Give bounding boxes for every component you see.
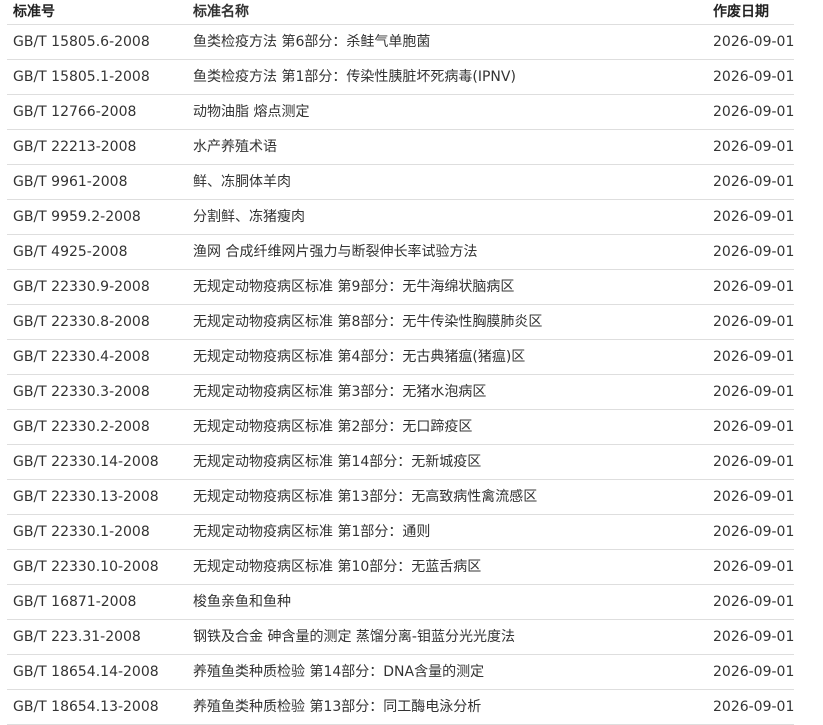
- standard-code: GB/T 4925-2008: [13, 244, 128, 260]
- header-abolish-date: 作废日期: [713, 4, 769, 20]
- abolish-date: 2026-09-01: [713, 489, 794, 505]
- abolish-date: 2026-09-01: [713, 104, 794, 120]
- standard-name-link[interactable]: 梭鱼亲鱼和鱼种: [193, 585, 705, 619]
- standard-code: GB/T 22330.8-2008: [13, 314, 150, 330]
- abolish-date: 2026-09-01: [713, 69, 794, 85]
- standard-code: GB/T 16871-2008: [13, 594, 137, 610]
- table-row[interactable]: GB/T 18654.13-2008 养殖鱼类种质检验 第13部分：同工酶电泳分析…: [7, 690, 794, 725]
- table-row[interactable]: GB/T 15805.6-2008 鱼类检疫方法 第6部分：杀鲑气单胞菌 2026-…: [7, 25, 794, 60]
- standard-name-link[interactable]: 无规定动物疫病区标准 第2部分：无口蹄疫区: [193, 410, 705, 444]
- table-body: GB/T 15805.6-2008 鱼类检疫方法 第6部分：杀鲑气单胞菌 2026-…: [7, 25, 794, 725]
- abolish-date: 2026-09-01: [713, 34, 794, 50]
- standard-name-link[interactable]: 无规定动物疫病区标准 第9部分：无牛海绵状脑病区: [193, 270, 705, 304]
- table-row[interactable]: GB/T 15805.1-2008 鱼类检疫方法 第1部分：传染性胰脏坏死病毒(I…: [7, 60, 794, 95]
- table-row[interactable]: GB/T 9959.2-2008 分割鲜、冻猪瘦肉 2026-09-01: [7, 200, 794, 235]
- standard-name-link[interactable]: 养殖鱼类种质检验 第13部分：同工酶电泳分析: [193, 690, 705, 724]
- standard-name-link[interactable]: 水产养殖术语: [193, 130, 705, 164]
- abolish-date: 2026-09-01: [713, 139, 794, 155]
- standard-name-link[interactable]: 无规定动物疫病区标准 第13部分：无高致病性禽流感区: [193, 480, 705, 514]
- standard-code: GB/T 9961-2008: [13, 174, 128, 190]
- standard-code: GB/T 12766-2008: [13, 104, 137, 120]
- standard-code: GB/T 9959.2-2008: [13, 209, 141, 225]
- standard-code: GB/T 22213-2008: [13, 139, 137, 155]
- table-row[interactable]: GB/T 223.31-2008 钢铁及合金 砷含量的测定 蒸馏分离-钼蓝分光光度…: [7, 620, 794, 655]
- standard-name-link[interactable]: 养殖鱼类种质检验 第14部分：DNA含量的测定: [193, 655, 705, 689]
- table-header: 标准号 标准名称 作废日期: [7, 0, 794, 25]
- abolish-date: 2026-09-01: [713, 174, 794, 190]
- standard-code: GB/T 22330.10-2008: [13, 559, 159, 575]
- abolish-date: 2026-09-01: [713, 384, 794, 400]
- abolish-date: 2026-09-01: [713, 349, 794, 365]
- table-row[interactable]: GB/T 12766-2008 动物油脂 熔点测定 2026-09-01: [7, 95, 794, 130]
- standard-name-link[interactable]: 分割鲜、冻猪瘦肉: [193, 200, 705, 234]
- standard-code: GB/T 15805.6-2008: [13, 34, 150, 50]
- table-row[interactable]: GB/T 22330.2-2008 无规定动物疫病区标准 第2部分：无口蹄疫区 20…: [7, 410, 794, 445]
- abolish-date: 2026-09-01: [713, 209, 794, 225]
- standard-code: GB/T 18654.14-2008: [13, 664, 159, 680]
- abolish-date: 2026-09-01: [713, 664, 794, 680]
- table-row[interactable]: GB/T 18654.14-2008 养殖鱼类种质检验 第14部分：DNA含量的测…: [7, 655, 794, 690]
- abolish-date: 2026-09-01: [713, 524, 794, 540]
- abolish-date: 2026-09-01: [713, 279, 794, 295]
- standard-name-link[interactable]: 动物油脂 熔点测定: [193, 95, 705, 129]
- abolish-date: 2026-09-01: [713, 244, 794, 260]
- abolish-date: 2026-09-01: [713, 559, 794, 575]
- standard-code: GB/T 22330.3-2008: [13, 384, 150, 400]
- standard-name-link[interactable]: 渔网 合成纤维网片强力与断裂伸长率试验方法: [193, 235, 705, 269]
- standard-name-link[interactable]: 鱼类检疫方法 第1部分：传染性胰脏坏死病毒(IPNV): [193, 60, 705, 94]
- standard-name-link[interactable]: 无规定动物疫病区标准 第4部分：无古典猪瘟(猪瘟)区: [193, 340, 705, 374]
- standard-name-link[interactable]: 无规定动物疫病区标准 第14部分：无新城疫区: [193, 445, 705, 479]
- standard-name-link[interactable]: 无规定动物疫病区标准 第3部分：无猪水泡病区: [193, 375, 705, 409]
- table-row[interactable]: GB/T 22330.3-2008 无规定动物疫病区标准 第3部分：无猪水泡病区 2…: [7, 375, 794, 410]
- standards-table: 标准号 标准名称 作废日期 GB/T 15805.6-2008 鱼类检疫方法 第6…: [7, 0, 794, 725]
- table-row[interactable]: GB/T 22330.1-2008 无规定动物疫病区标准 第1部分：通则 2026-…: [7, 515, 794, 550]
- table-row[interactable]: GB/T 22330.14-2008 无规定动物疫病区标准 第14部分：无新城疫区…: [7, 445, 794, 480]
- abolish-date: 2026-09-01: [713, 594, 794, 610]
- standard-name-link[interactable]: 鱼类检疫方法 第6部分：杀鲑气单胞菌: [193, 25, 705, 59]
- standard-code: GB/T 15805.1-2008: [13, 69, 150, 85]
- standard-code: GB/T 22330.9-2008: [13, 279, 150, 295]
- standard-name-link[interactable]: 无规定动物疫病区标准 第10部分：无蓝舌病区: [193, 550, 705, 584]
- abolish-date: 2026-09-01: [713, 629, 794, 645]
- abolish-date: 2026-09-01: [713, 454, 794, 470]
- standard-name-link[interactable]: 无规定动物疫病区标准 第8部分：无牛传染性胸膜肺炎区: [193, 305, 705, 339]
- header-standard-code: 标准号: [13, 4, 55, 20]
- standard-name-link[interactable]: 鲜、冻胴体羊肉: [193, 165, 705, 199]
- abolish-date: 2026-09-01: [713, 699, 794, 715]
- table-row[interactable]: GB/T 22330.10-2008 无规定动物疫病区标准 第10部分：无蓝舌病区…: [7, 550, 794, 585]
- header-standard-name: 标准名称: [193, 4, 249, 20]
- standard-name-link[interactable]: 钢铁及合金 砷含量的测定 蒸馏分离-钼蓝分光光度法: [193, 620, 705, 654]
- standard-code: GB/T 223.31-2008: [13, 629, 141, 645]
- standard-code: GB/T 22330.4-2008: [13, 349, 150, 365]
- abolish-date: 2026-09-01: [713, 419, 794, 435]
- standard-code: GB/T 22330.2-2008: [13, 419, 150, 435]
- table-row[interactable]: GB/T 16871-2008 梭鱼亲鱼和鱼种 2026-09-01: [7, 585, 794, 620]
- standard-name-link[interactable]: 无规定动物疫病区标准 第1部分：通则: [193, 515, 705, 549]
- table-row[interactable]: GB/T 22330.8-2008 无规定动物疫病区标准 第8部分：无牛传染性胸膜…: [7, 305, 794, 340]
- standard-code: GB/T 22330.14-2008: [13, 454, 159, 470]
- standard-code: GB/T 22330.1-2008: [13, 524, 150, 540]
- table-row[interactable]: GB/T 22330.13-2008 无规定动物疫病区标准 第13部分：无高致病性…: [7, 480, 794, 515]
- table-row[interactable]: GB/T 9961-2008 鲜、冻胴体羊肉 2026-09-01: [7, 165, 794, 200]
- standard-code: GB/T 22330.13-2008: [13, 489, 159, 505]
- table-row[interactable]: GB/T 22330.9-2008 无规定动物疫病区标准 第9部分：无牛海绵状脑病…: [7, 270, 794, 305]
- standard-code: GB/T 18654.13-2008: [13, 699, 159, 715]
- table-row[interactable]: GB/T 22213-2008 水产养殖术语 2026-09-01: [7, 130, 794, 165]
- table-row[interactable]: GB/T 4925-2008 渔网 合成纤维网片强力与断裂伸长率试验方法 2026-…: [7, 235, 794, 270]
- abolish-date: 2026-09-01: [713, 314, 794, 330]
- table-row[interactable]: GB/T 22330.4-2008 无规定动物疫病区标准 第4部分：无古典猪瘟(猪…: [7, 340, 794, 375]
